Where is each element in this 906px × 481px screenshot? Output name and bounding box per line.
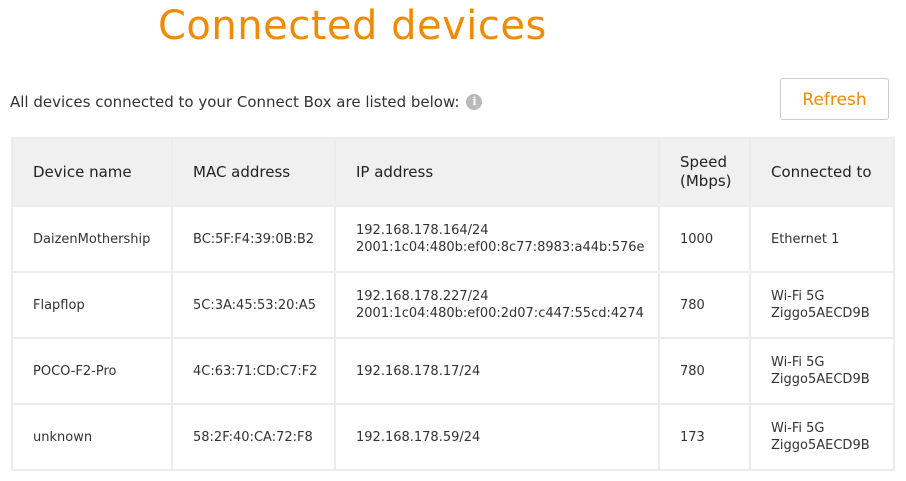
speed-cell: 780 [658,337,751,405]
table-row: DaizenMothership BC:5F:F4:39:0B:B2 192.1… [11,205,895,273]
column-header-ip-address: IP address [334,137,660,207]
ipv6-address: 2001:1c04:480b:ef00:2d07:c447:55cd:4274 [356,306,644,321]
table-row: POCO-F2-Pro 4C:63:71:CD:C7:F2 192.168.17… [11,337,895,405]
connection-interface: Wi-Fi 5G [771,355,825,370]
connection-interface: Ethernet 1 [771,231,840,247]
connection-ssid: Ziggo5AECD9B [771,438,870,453]
device-name-cell: DaizenMothership [11,205,173,273]
connected-devices-page: Connected devices All devices connected … [0,0,906,481]
ip-address-cell: 192.168.178.164/24 2001:1c04:480b:ef00:8… [334,205,660,273]
intro-text-row: All devices connected to your Connect Bo… [10,92,483,112]
mac-address-cell: 58:2F:40:CA:72:F8 [171,403,336,471]
mac-address-cell: 4C:63:71:CD:C7:F2 [171,337,336,405]
ipv4-address: 192.168.178.59/24 [356,429,481,445]
ipv6-address: 2001:1c04:480b:ef00:8c77:8983:a44b:576e [356,240,645,255]
device-name-cell: unknown [11,403,173,471]
info-icon[interactable]: i [466,94,483,110]
ip-address-cell: 192.168.178.17/24 [334,337,660,405]
connection-interface: Wi-Fi 5G [771,421,825,436]
ip-address-cell: 192.168.178.227/24 2001:1c04:480b:ef00:2… [334,271,660,339]
speed-cell: 173 [658,403,751,471]
mac-address-cell: BC:5F:F4:39:0B:B2 [171,205,336,273]
speed-cell: 1000 [658,205,751,273]
mac-address-cell: 5C:3A:45:53:20:A5 [171,271,336,339]
device-name-cell: POCO-F2-Pro [11,337,173,405]
speed-cell: 780 [658,271,751,339]
connection-ssid: Ziggo5AECD9B [771,372,870,387]
device-name-cell: Flapflop [11,271,173,339]
connected-to-cell: Wi-Fi 5G Ziggo5AECD9B [749,403,895,471]
column-header-connected-to: Connected to [749,137,895,207]
column-header-device-name: Device name [11,137,173,207]
refresh-button[interactable]: Refresh [780,78,889,120]
column-header-mac-address: MAC address [171,137,336,207]
connection-interface: Wi-Fi 5G [771,289,825,304]
ipv4-address: 192.168.178.227/24 [356,289,489,304]
ipv4-address: 192.168.178.17/24 [356,363,481,379]
connected-to-cell: Wi-Fi 5G Ziggo5AECD9B [749,337,895,405]
intro-text: All devices connected to your Connect Bo… [10,93,460,111]
connected-to-cell: Wi-Fi 5G Ziggo5AECD9B [749,271,895,339]
ipv4-address: 192.168.178.164/24 [356,223,489,238]
connected-to-cell: Ethernet 1 [749,205,895,273]
table-row: Flapflop 5C:3A:45:53:20:A5 192.168.178.2… [11,271,895,339]
devices-table: Device name MAC address IP address Speed… [11,137,895,471]
column-header-speed: Speed (Mbps) [658,137,751,207]
page-title: Connected devices [158,3,547,49]
connection-ssid: Ziggo5AECD9B [771,306,870,321]
table-row: unknown 58:2F:40:CA:72:F8 192.168.178.59… [11,403,895,471]
table-header-row: Device name MAC address IP address Speed… [11,137,895,207]
ip-address-cell: 192.168.178.59/24 [334,403,660,471]
